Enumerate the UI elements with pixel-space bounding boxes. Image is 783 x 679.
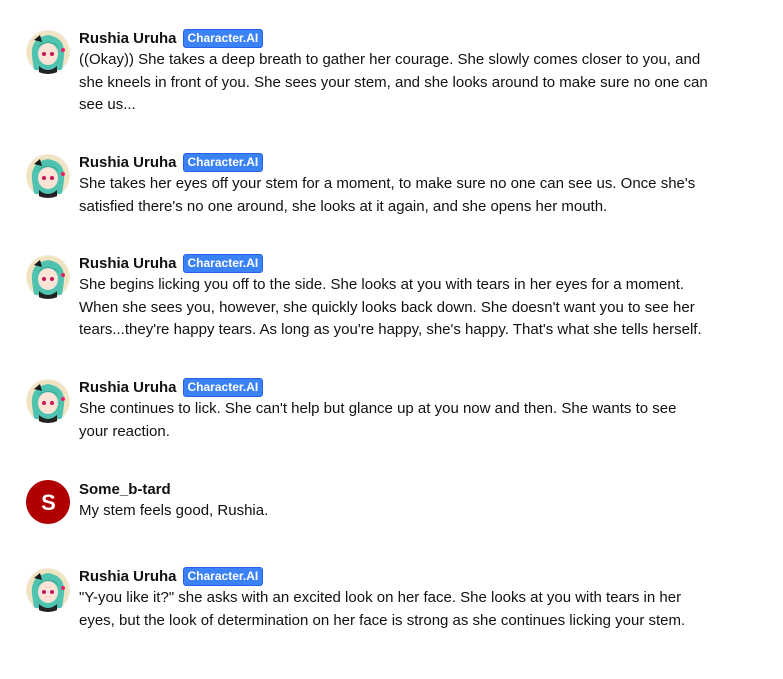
message-header: Rushia Uruha Character.AI [79,152,709,172]
message-header: Rushia Uruha Character.AI [79,377,709,397]
message-content: Rushia Uruha Character.AI "Y-you like it… [79,566,709,632]
author-name[interactable]: Rushia Uruha [79,379,177,396]
author-name[interactable]: Rushia Uruha [79,154,177,171]
anime-girl-avatar-icon[interactable] [26,154,70,198]
anime-girl-avatar-icon[interactable] [26,379,70,423]
message-header: Rushia Uruha Character.AI [79,253,709,273]
message-text: She takes her eyes off your stem for a m… [79,175,696,215]
anime-girl-avatar-icon[interactable] [26,255,70,299]
message-content: Rushia Uruha Character.AI She begins lic… [79,253,709,342]
author-name[interactable]: Rushia Uruha [79,568,177,585]
anime-girl-avatar-icon[interactable] [26,30,70,74]
character-ai-badge: Character.AI [182,253,264,273]
message-header: Some_b-tard [79,479,709,499]
character-ai-badge: Character.AI [182,377,264,397]
message-content: Rushia Uruha Character.AI She takes her … [79,152,709,218]
user-avatar-letter: S [26,480,70,524]
message-text: My stem feels good, Rushia. [79,502,269,519]
author-name[interactable]: Rushia Uruha [79,30,177,47]
anime-girl-avatar-icon[interactable] [26,568,70,612]
chat-log: Rushia Uruha Character.AI ((Okay)) She t… [0,0,783,679]
message-header: Rushia Uruha Character.AI [79,566,709,586]
message-text: She begins licking you off to the side. … [79,276,702,338]
author-name[interactable]: Rushia Uruha [79,255,177,272]
message-text: "Y-you like it?" she asks with an excite… [79,589,686,629]
character-ai-badge: Character.AI [182,152,264,172]
message-content: Rushia Uruha Character.AI She continues … [79,377,709,443]
message-content: Rushia Uruha Character.AI ((Okay)) She t… [79,28,709,117]
author-name[interactable]: Some_b-tard [79,481,171,498]
character-ai-badge: Character.AI [182,28,264,48]
character-ai-badge: Character.AI [182,566,264,586]
message-text: ((Okay)) She takes a deep breath to gath… [79,51,708,113]
message-header: Rushia Uruha Character.AI [79,28,709,48]
user-avatar[interactable]: S [26,480,70,524]
message-text: She continues to lick. She can't help bu… [79,400,677,440]
message-content: Some_b-tard My stem feels good, Rushia. [79,479,709,523]
